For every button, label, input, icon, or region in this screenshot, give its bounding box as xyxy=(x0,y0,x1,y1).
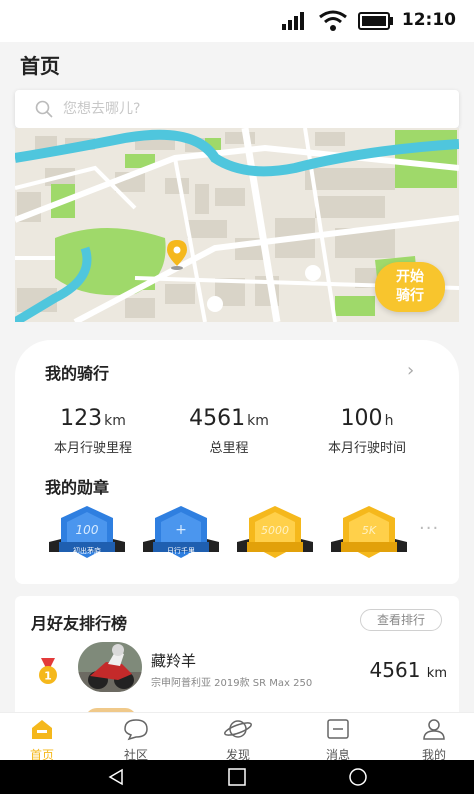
stat-monthly-distance: 123 km 本月行驶里程 xyxy=(53,406,132,456)
stat-monthly-time: 100 h 本月行驶时间 xyxy=(327,406,406,456)
back-icon[interactable] xyxy=(106,767,126,787)
clock: 12:10 xyxy=(401,10,456,30)
svg-text:1: 1 xyxy=(44,670,52,683)
planet-icon xyxy=(224,720,252,738)
badge-item[interactable]: + 日行千里 xyxy=(139,504,223,564)
gold-medal-icon: 1 xyxy=(39,658,57,684)
tab-discover[interactable]: 发现 xyxy=(208,717,268,763)
system-nav-bar xyxy=(0,760,474,794)
community-icon xyxy=(124,719,148,741)
friend-name: 藏羚羊 xyxy=(151,652,197,670)
tab-community[interactable]: 社区 xyxy=(106,717,166,763)
page-title: 首页 xyxy=(20,54,60,78)
start-riding-button[interactable]: 开始 骑行 xyxy=(375,262,445,312)
bottom-tab-bar: 首页 社区 发现 消息 我的 xyxy=(0,712,474,763)
badges-title: 我的勋章 xyxy=(45,478,110,497)
search-bar[interactable] xyxy=(15,90,459,128)
more-badges-button[interactable]: ··· xyxy=(419,518,439,539)
badge-gold-icon: 5000 xyxy=(237,506,313,558)
status-bar: 12:10 xyxy=(0,0,474,42)
friend-ranking-card: 月好友排行榜 查看排行 1 藏羚羊 宗申阿普利亚 2019款 SR Max 25… xyxy=(15,596,459,720)
svg-text:5000: 5000 xyxy=(261,524,289,537)
tab-home[interactable]: 首页 xyxy=(12,717,72,763)
home-icon xyxy=(32,720,52,739)
profile-icon xyxy=(423,719,445,740)
svg-text:5K: 5K xyxy=(362,524,377,537)
badge-item[interactable]: 100 初出茅庐 xyxy=(45,504,129,564)
wifi-icon xyxy=(319,10,347,31)
home-square-icon[interactable] xyxy=(227,767,247,787)
svg-text:100: 100 xyxy=(76,523,99,537)
recent-apps-icon[interactable] xyxy=(348,767,368,787)
signal-icon xyxy=(282,12,304,30)
stat-total-distance: 4561 km 总里程 xyxy=(189,406,269,456)
message-icon xyxy=(327,719,349,739)
tab-messages[interactable]: 消息 xyxy=(308,717,368,763)
badge-item[interactable]: 5000 xyxy=(233,504,317,564)
search-icon xyxy=(35,100,53,118)
view-ranking-button[interactable]: 查看排行 xyxy=(360,609,442,631)
my-riding-card: 我的骑行 › 123 km 本月行驶里程 4561 km 总里程 100 h 本月行驶… xyxy=(15,340,459,584)
friend-bike-model: 宗申阿普利亚 2019款 SR Max 250 xyxy=(151,678,313,689)
friend-distance: 4561 km xyxy=(369,658,447,682)
search-input[interactable] xyxy=(63,98,423,120)
badge-item[interactable]: 5K xyxy=(327,504,411,564)
ranking-title: 月好友排行榜 xyxy=(31,614,128,633)
badge-gold-icon: 5K xyxy=(331,506,407,558)
tab-profile[interactable]: 我的 xyxy=(404,717,464,763)
my-riding-title: 我的骑行 xyxy=(45,364,110,383)
svg-text:+: + xyxy=(175,522,187,538)
motorcycle-rider-icon xyxy=(78,642,142,692)
chevron-right-icon[interactable]: › xyxy=(407,360,414,381)
avatar[interactable] xyxy=(78,642,142,692)
battery-icon xyxy=(358,12,393,30)
